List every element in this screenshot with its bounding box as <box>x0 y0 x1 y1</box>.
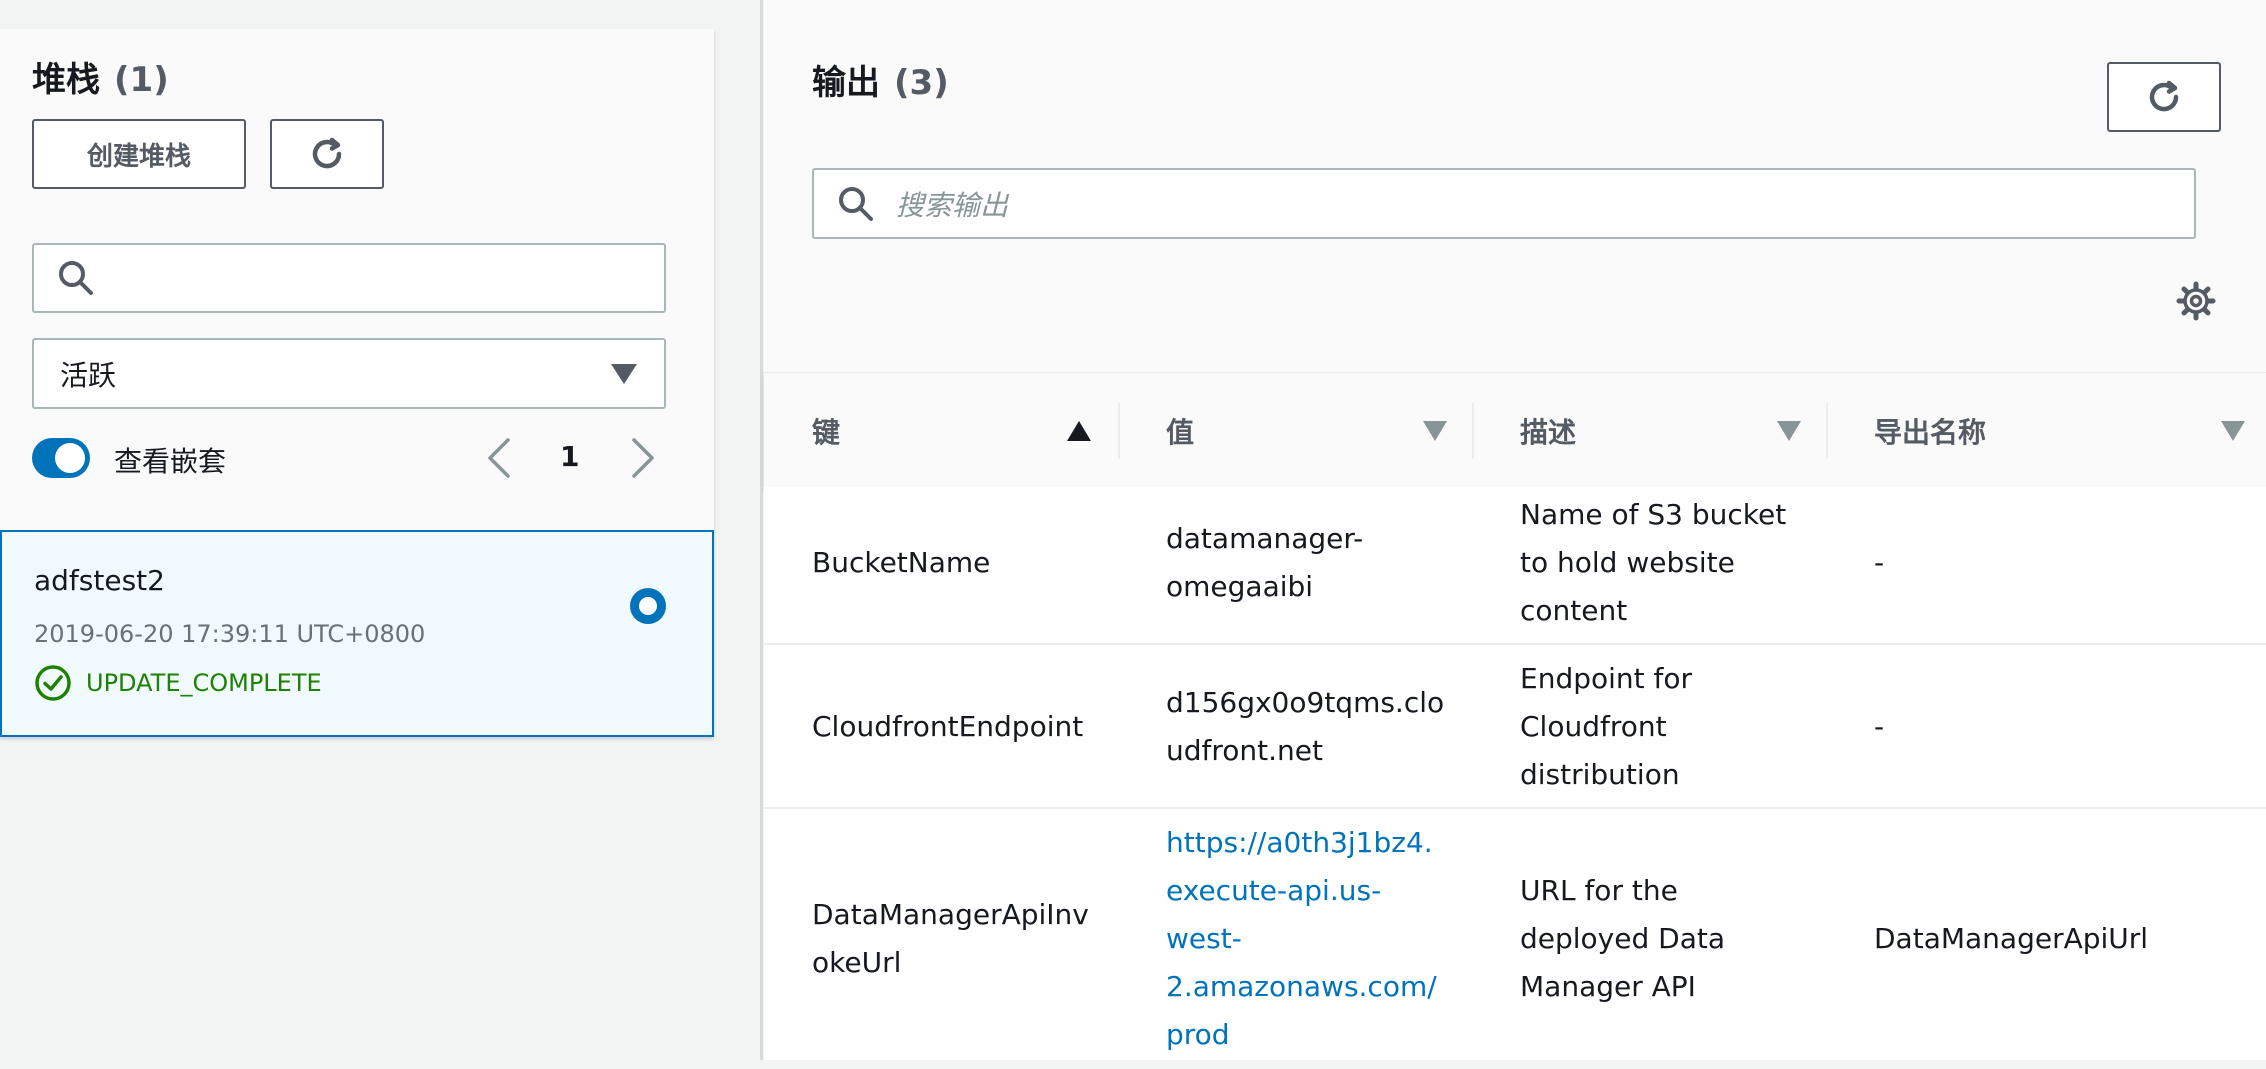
stack-status-text: UPDATE_COMPLETE <box>86 669 322 697</box>
column-label: 描述 <box>1520 415 1577 449</box>
refresh-stacks-button[interactable] <box>270 119 384 189</box>
column-resizer[interactable] <box>1118 403 1120 459</box>
outputs-search-input[interactable]: 搜索输出 <box>812 168 2196 239</box>
cell-line: Endpoint for <box>1520 662 1693 695</box>
status-filter-value: 活跃 <box>60 358 117 392</box>
outputs-title: 输出 (3) <box>812 55 949 104</box>
search-icon <box>839 186 873 221</box>
refresh-icon <box>2149 80 2179 112</box>
sort-down-icon[interactable] <box>1422 420 1448 442</box>
table-row: BucketName datamanager- omegaaibi Name o… <box>764 487 2266 645</box>
stacks-search-input[interactable] <box>32 243 666 313</box>
cell-export-name: - <box>1874 539 1884 587</box>
column-header-key[interactable]: 键 <box>812 373 1092 488</box>
cell-export-name: DataManagerApiUrl <box>1874 915 2148 963</box>
view-nested-toggle[interactable] <box>32 438 90 478</box>
column-label: 键 <box>812 415 841 449</box>
outputs-table-body: BucketName datamanager- omegaaibi Name o… <box>764 487 2266 1060</box>
cell-line: DataManagerApiUrl <box>1874 922 2149 955</box>
cell-line: prod <box>1166 1018 1230 1051</box>
cell-line: DataManagerApiInv <box>812 898 1089 931</box>
cell-line: udfront.net <box>1166 734 1323 767</box>
cell-line: URL for the <box>1520 874 1678 907</box>
cell-value: datamanager- omegaaibi <box>1166 515 1363 611</box>
cell-description: Endpoint for Cloudfront distribution <box>1520 655 1692 799</box>
stack-status: UPDATE_COMPLETE <box>34 664 322 702</box>
outputs-title-label: 输出 <box>812 63 880 103</box>
cell-key: DataManagerApiInv okeUrl <box>812 891 1089 987</box>
caret-down-icon <box>611 363 637 384</box>
cell-line: https://a0th3j1bz4. <box>1166 826 1433 859</box>
cell-line: west- <box>1166 922 1242 955</box>
column-resizer[interactable] <box>1472 403 1474 459</box>
cell-line: Manager API <box>1520 970 1696 1003</box>
stack-name: adfstest2 <box>34 564 165 597</box>
sort-down-icon[interactable] <box>1776 420 1802 442</box>
table-row: DataManagerApiInv okeUrl https://a0th3j1… <box>764 809 2266 1069</box>
sort-down-icon[interactable] <box>2220 420 2246 442</box>
cell-line: Cloudfront <box>1520 710 1667 743</box>
stacks-count: (1) <box>114 60 169 100</box>
stacks-title-label: 堆栈 <box>32 60 100 100</box>
cell-line: d156gx0o9tqms.clo <box>1166 686 1445 719</box>
column-header-description[interactable]: 描述 <box>1520 373 1802 488</box>
cell-line: CloudfrontEndpoint <box>812 710 1084 743</box>
cell-line: execute-api.us- <box>1166 874 1382 907</box>
cell-description: Name of S3 bucket to hold website conten… <box>1520 491 1786 635</box>
cell-line: content <box>1520 594 1628 627</box>
gear-icon[interactable] <box>2176 281 2216 321</box>
cell-line: - <box>1874 710 1885 743</box>
column-header-value[interactable]: 值 <box>1166 373 1448 488</box>
column-resizer[interactable] <box>1826 403 1828 459</box>
column-header-export-name[interactable]: 导出名称 <box>1874 373 2246 488</box>
cell-key: BucketName <box>812 539 990 587</box>
cell-line: distribution <box>1520 758 1680 791</box>
column-label: 值 <box>1166 415 1195 449</box>
cell-line: deployed Data <box>1520 922 1726 955</box>
outputs-search-placeholder: 搜索输出 <box>896 188 1009 222</box>
cell-line: BucketName <box>812 546 991 579</box>
cell-key: CloudfrontEndpoint <box>812 703 1083 751</box>
toggle-knob <box>55 443 85 473</box>
stack-timestamp: 2019-06-20 17:39:11 UTC+0800 <box>34 620 426 648</box>
search-icon <box>59 261 93 295</box>
status-filter-select[interactable]: 活跃 <box>32 338 666 409</box>
cell-line: okeUrl <box>812 946 902 979</box>
stack-select-radio[interactable] <box>630 588 666 624</box>
table-row: CloudfrontEndpoint d156gx0o9tqms.clo udf… <box>764 645 2266 809</box>
chevron-left-icon[interactable] <box>484 436 514 480</box>
chevron-right-icon[interactable] <box>628 436 658 480</box>
cell-line: omegaaibi <box>1166 570 1314 603</box>
cell-value: d156gx0o9tqms.clo udfront.net <box>1166 679 1444 775</box>
cell-line: 2.amazonaws.com/ <box>1166 970 1437 1003</box>
outputs-table-header: 键 值 描述 导出名称 <box>764 372 2266 487</box>
sort-ascending-icon[interactable] <box>1066 420 1092 442</box>
panel-divider[interactable] <box>760 0 763 1060</box>
cell-export-name: - <box>1874 703 1884 751</box>
cell-description: URL for the deployed Data Manager API <box>1520 867 1725 1011</box>
view-nested-label: 查看嵌套 <box>114 445 227 478</box>
cell-line: Name of S3 bucket <box>1520 498 1787 531</box>
cell-line: to hold website <box>1520 546 1735 579</box>
column-label: 导出名称 <box>1874 415 1987 449</box>
create-stack-button[interactable]: 创建堆栈 <box>32 119 246 189</box>
check-circle-icon <box>35 665 71 701</box>
refresh-icon <box>312 137 342 169</box>
stacks-title: 堆栈 (1) <box>32 52 169 101</box>
cell-line: - <box>1874 546 1885 579</box>
page-number[interactable]: 1 <box>560 440 579 473</box>
stack-list-item[interactable]: adfstest2 2019-06-20 17:39:11 UTC+0800 U… <box>0 530 714 737</box>
api-url-link[interactable]: https://a0th3j1bz4. execute-api.us- west… <box>1166 819 1437 1059</box>
refresh-outputs-button[interactable] <box>2107 62 2221 132</box>
outputs-count: (3) <box>894 63 949 103</box>
cell-line: datamanager- <box>1166 522 1364 555</box>
